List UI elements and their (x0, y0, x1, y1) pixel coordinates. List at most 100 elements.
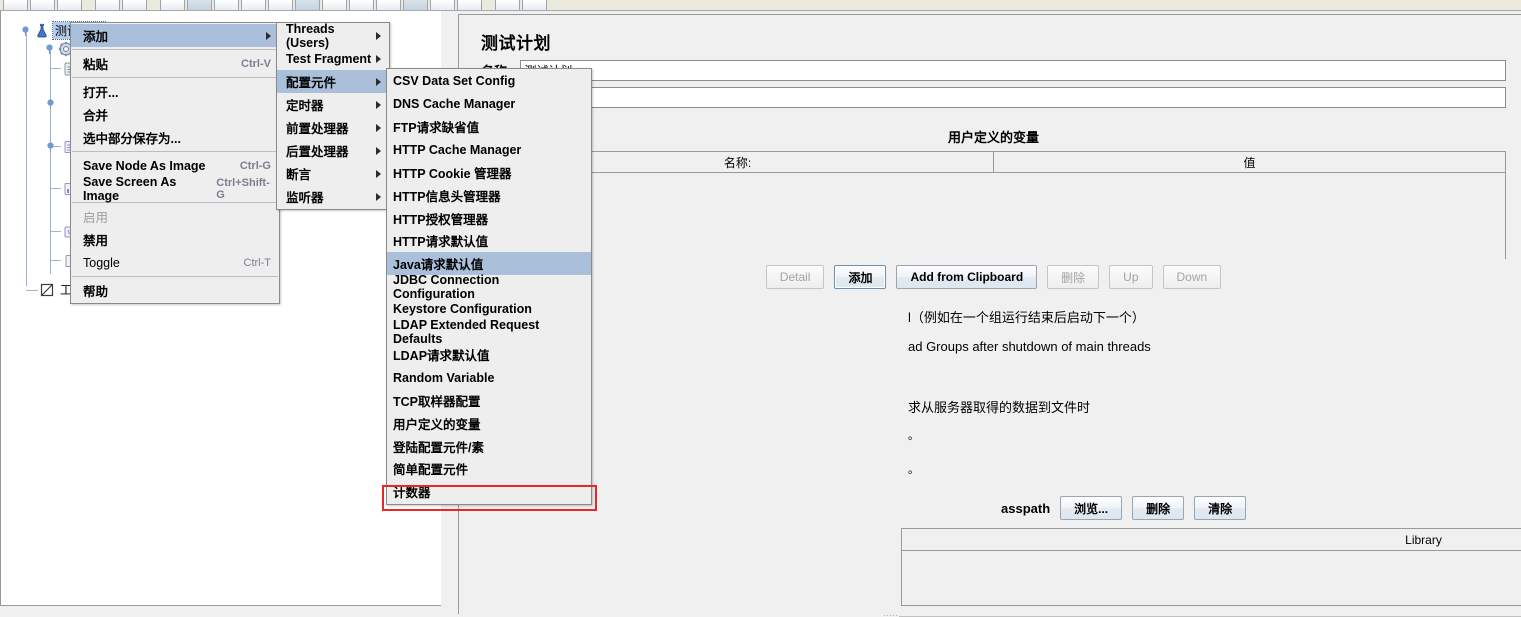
menu-item-label: 断言 (286, 168, 312, 182)
config-item-ftp-request-defaults[interactable]: FTP请求缺省值 (387, 116, 591, 139)
submenu-item-timer[interactable]: 定时器 (277, 93, 389, 116)
tree-connector (26, 290, 38, 291)
classpath-delete-button[interactable]: 删除 (1132, 496, 1185, 520)
detail-button[interactable]: Detail (765, 265, 825, 289)
config-item-user-defined-variables[interactable]: 用户定义的变量 (387, 412, 591, 435)
comment-input[interactable] (481, 86, 1506, 108)
tree-expand-handle-icon[interactable] (45, 44, 54, 54)
name-row: 名称: (481, 59, 1506, 81)
name-input[interactable] (520, 59, 1506, 81)
config-item-csv-data-set-config[interactable]: CSV Data Set Config (387, 70, 591, 93)
menu-item-label: 前置处理器 (286, 122, 349, 136)
toolbar-button-toggle[interactable] (295, 0, 320, 10)
add-from-clipboard-button[interactable]: Add from Clipboard (896, 265, 1038, 289)
menu-item-label: Toggle (83, 255, 120, 270)
chevron-right-icon (376, 77, 381, 86)
classpath-label: asspath (1001, 500, 1051, 516)
submenu-item-post-processor[interactable]: 后置处理器 (277, 139, 389, 162)
toolbar-button-save[interactable] (95, 0, 120, 10)
delete-button[interactable]: 删除 (1047, 265, 1100, 289)
column-header-library: Library (902, 529, 1521, 551)
toolbar-button-collapse[interactable] (268, 0, 293, 10)
toolbar-button-new[interactable] (3, 0, 28, 10)
menu-item-help[interactable]: 帮助 (71, 279, 279, 302)
menu-item-label: 后置处理器 (286, 145, 349, 159)
submenu-item-test-fragment[interactable]: Test Fragment (277, 47, 389, 70)
main-toolbar (0, 0, 1521, 11)
config-element-submenu[interactable]: CSV Data Set Config DNS Cache Manager FT… (386, 68, 592, 506)
config-item-simple-config-element[interactable]: 简单配置元件 (387, 458, 591, 481)
toolbar-button-reset-search[interactable] (522, 0, 547, 10)
toolbar-button-start-no-pause[interactable] (349, 0, 374, 10)
menu-item-open[interactable]: 打开... (71, 80, 279, 103)
config-item-http-request-defaults[interactable]: HTTP请求默认值 (387, 230, 591, 253)
add-button[interactable]: 添加 (834, 265, 887, 289)
menu-item-label: HTTP授权管理器 (393, 212, 489, 227)
toolbar-button-clear[interactable] (430, 0, 455, 10)
down-button[interactable]: Down (1162, 265, 1222, 289)
menu-item-paste[interactable]: 粘贴 Ctrl-V (71, 52, 279, 75)
config-item-tcp-sampler-config[interactable]: TCP取样器配置 (387, 389, 591, 412)
menu-item-enable[interactable]: 启用 (71, 205, 279, 228)
menu-item-label: CSV Data Set Config (393, 74, 516, 89)
tree-expand-handle-icon[interactable] (46, 142, 55, 152)
config-item-http-header-manager[interactable]: HTTP信息头管理器 (387, 184, 591, 207)
config-item-http-cache-manager[interactable]: HTTP Cache Manager (387, 138, 591, 161)
menu-item-label: LDAP Extended Request Defaults (393, 318, 540, 347)
config-item-login-config-element[interactable]: 登陆配置元件/素 (387, 435, 591, 458)
toolbar-button-search[interactable] (495, 0, 520, 10)
menu-item-merge[interactable]: 合并 (71, 103, 279, 126)
toolbar-button-open[interactable] (57, 0, 82, 10)
classpath-row: asspath 浏览... 删除 清除 (1001, 496, 1247, 520)
menu-item-add[interactable]: 添加 (71, 24, 279, 47)
menu-separator (72, 77, 278, 78)
submenu-item-pre-processor[interactable]: 前置处理器 (277, 116, 389, 139)
library-table[interactable]: Library (901, 528, 1521, 606)
menu-item-label: 打开... (83, 86, 119, 100)
up-button[interactable]: Up (1109, 265, 1153, 289)
table-body[interactable] (482, 173, 1505, 259)
classpath-clear-button[interactable]: 清除 (1194, 496, 1247, 520)
config-item-http-cookie-manager[interactable]: HTTP Cookie 管理器 (387, 161, 591, 184)
submenu-item-config-element[interactable]: 配置元件 (277, 70, 389, 93)
menu-item-disable[interactable]: 禁用 (71, 228, 279, 251)
toolbar-button-close[interactable] (122, 0, 147, 10)
browse-button[interactable]: 浏览... (1060, 496, 1123, 520)
user-defined-variables-title: 用户定义的变量 (947, 130, 1039, 145)
user-defined-variables-table[interactable]: 名称: 值 (481, 151, 1506, 259)
toolbar-button-cut[interactable] (160, 0, 185, 10)
config-item-ldap-extended-request-defaults[interactable]: LDAP Extended Request Defaults (387, 318, 591, 347)
config-item-http-authorization-manager[interactable]: HTTP授权管理器 (387, 207, 591, 230)
menu-item-save-selection-as[interactable]: 选中部分保存为... (71, 126, 279, 149)
toolbar-button-template[interactable] (30, 0, 55, 10)
toolbar-button-start[interactable] (322, 0, 347, 10)
menu-item-label: 登陆配置元件/素 (393, 440, 484, 455)
tree-expand-handle-icon[interactable] (21, 26, 30, 36)
submenu-item-threads-users[interactable]: Threads (Users) (277, 22, 389, 50)
toolbar-button-clear-all[interactable] (457, 0, 482, 10)
tree-context-menu[interactable]: 添加 粘贴 Ctrl-V 打开... 合并 选中部分保存为... Save No… (70, 22, 280, 304)
add-submenu[interactable]: Threads (Users) Test Fragment 配置元件 定时器 前… (276, 22, 390, 210)
config-item-jdbc-connection-configuration[interactable]: JDBC Connection Configuration (387, 273, 591, 301)
menu-item-label: 帮助 (83, 285, 109, 299)
config-item-ldap-request-defaults[interactable]: LDAP请求默认值 (387, 344, 591, 367)
config-item-random-variable[interactable]: Random Variable (387, 366, 591, 389)
toolbar-button-stop[interactable] (376, 0, 401, 10)
menu-item-shortcut: Ctrl-G (239, 159, 271, 172)
tree-branch-line (50, 49, 51, 274)
comment-row (481, 86, 1506, 108)
tree-expand-handle-icon[interactable] (46, 99, 55, 109)
menu-item-label: 选中部分保存为... (83, 132, 181, 146)
config-item-dns-cache-manager[interactable]: DNS Cache Manager (387, 93, 591, 116)
config-item-counter[interactable]: 计数器 (387, 480, 591, 503)
toolbar-button-shutdown[interactable] (403, 0, 428, 10)
menu-item-label: Test Fragment (286, 51, 372, 66)
toolbar-button-expand[interactable] (241, 0, 266, 10)
menu-item-toggle[interactable]: Toggle Ctrl-T (71, 251, 279, 274)
tree-trunk-line (26, 31, 27, 286)
menu-item-save-screen-as-image[interactable]: Save Screen As Image Ctrl+Shift-G (71, 175, 279, 203)
toolbar-button-paste[interactable] (214, 0, 239, 10)
toolbar-button-copy[interactable] (187, 0, 212, 10)
submenu-item-listener[interactable]: 监听器 (277, 185, 389, 208)
submenu-item-assertions[interactable]: 断言 (277, 162, 389, 185)
